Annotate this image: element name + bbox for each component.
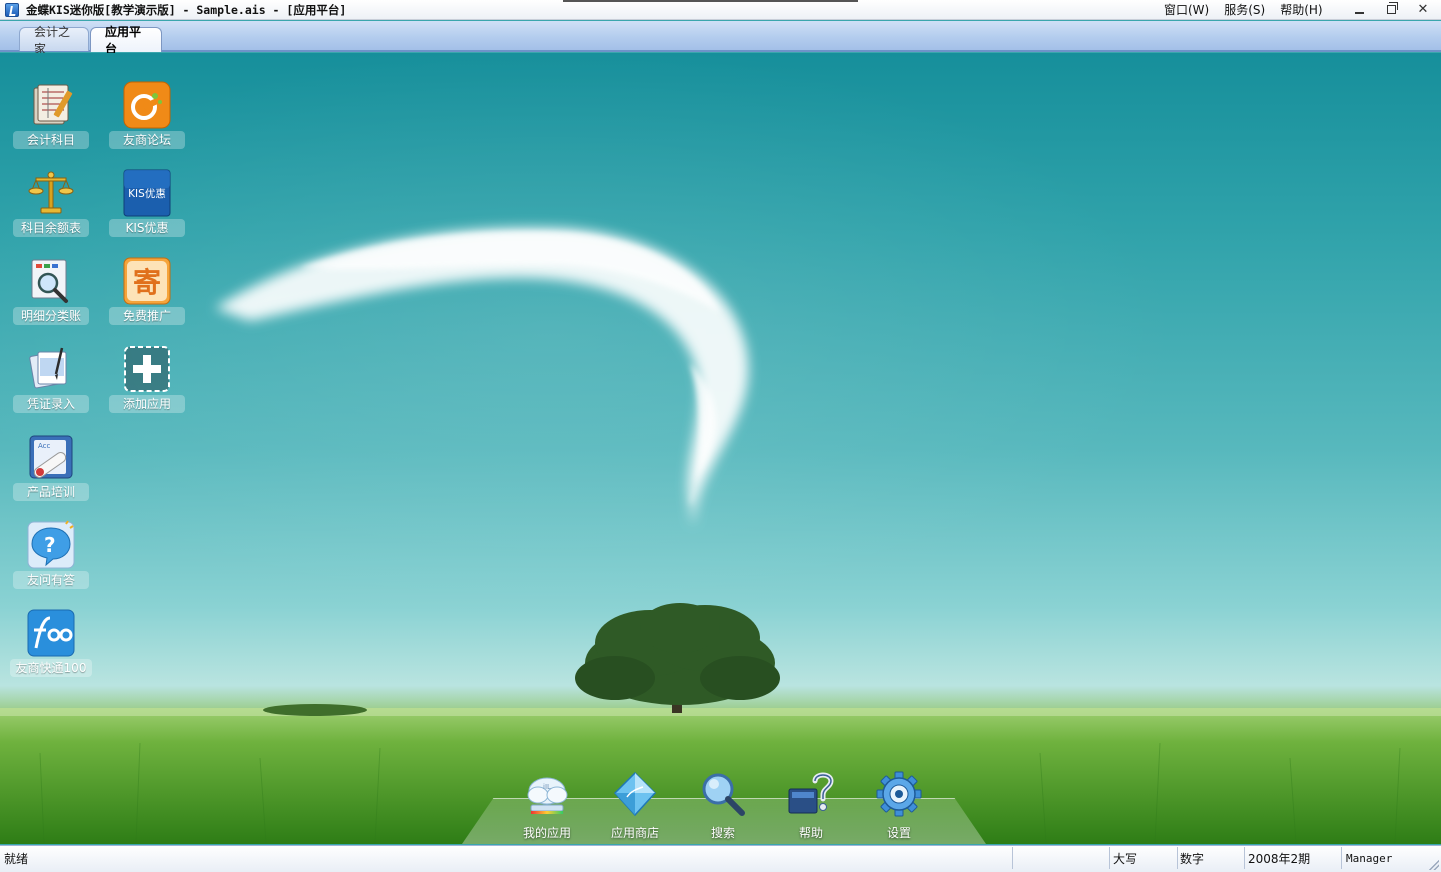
icon-label: 友问有答	[13, 571, 89, 589]
status-bar: 就绪 大写 数字 2008年2期 Manager	[0, 845, 1441, 872]
dock-search[interactable]: 搜索	[688, 769, 758, 841]
scales-icon	[28, 171, 74, 214]
desktop-icon-accounting-subjects[interactable]: 会计科目	[12, 80, 90, 162]
icon-label: 科目余额表	[13, 219, 89, 237]
desktop-icon-free-promo[interactable]: 寄 免费推广	[108, 256, 186, 338]
window-title: 金蝶KIS迷你版[教学演示版] - Sample.ais - [应用平台]	[26, 2, 347, 17]
dock-label: 我的应用	[522, 826, 571, 840]
desktop-icon-kis-promo[interactable]: KIS优惠 KIS优惠	[108, 168, 186, 250]
tab-accounting-home[interactable]: 会计之家	[19, 25, 89, 56]
app-platform-desktop: 会计科目 科目余额表 明细分类账 凭证录入 Acc 产品培训 ? 友问有答 友商…	[0, 53, 1441, 844]
minimize-icon	[1354, 11, 1364, 14]
desktop-icon-forum[interactable]: 友商论坛	[108, 80, 186, 162]
dock-help[interactable]: 帮助	[776, 769, 846, 841]
svg-text:寄: 寄	[133, 266, 161, 299]
icon-label: 添加应用	[109, 395, 185, 413]
desktop-icon-account-balance[interactable]: 科目余额表	[12, 168, 90, 250]
tab-strip: 会计之家 应用平台	[0, 21, 1441, 56]
svg-text:?: ?	[44, 533, 56, 557]
icon-label: KIS优惠	[109, 219, 185, 237]
dock-label: 帮助	[798, 826, 823, 840]
caps-lock-indicator: 大写	[1110, 847, 1178, 869]
icon-label: 友商快通100	[9, 659, 93, 677]
f100-logo-icon	[27, 609, 75, 657]
ledger-book-icon	[33, 84, 73, 125]
menu-bar: 窗口(W) 服务(S) 帮助(H)	[1164, 1, 1323, 18]
desktop-icon-add-app[interactable]: 添加应用	[108, 344, 186, 426]
desktop-icon-qa[interactable]: ? 友问有答	[12, 520, 90, 602]
desktop-icon-voucher-entry[interactable]: 凭证录入	[12, 344, 90, 426]
tab-app-platform[interactable]: 应用平台	[90, 25, 162, 56]
diamond-store-icon	[613, 771, 657, 817]
minimize-button[interactable]	[1345, 1, 1373, 18]
close-icon: ✕	[1417, 2, 1429, 17]
status-text: 就绪	[0, 847, 1013, 869]
question-bubble-icon: ?	[27, 520, 75, 569]
icon-label: 友商论坛	[109, 131, 185, 149]
dock-label: 应用商店	[610, 826, 659, 840]
restore-button[interactable]	[1377, 1, 1405, 18]
status-spacer	[1013, 847, 1110, 869]
search-icon	[702, 773, 745, 816]
help-book-icon	[788, 772, 834, 814]
svg-text:iIL: iIL	[543, 783, 551, 791]
diploma-icon: Acc	[29, 435, 73, 479]
accounting-period: 2008年2期	[1245, 847, 1342, 869]
restore-icon	[1386, 2, 1398, 14]
tree	[575, 603, 780, 713]
title-separator	[563, 0, 858, 2]
app-logo-icon[interactable]	[5, 2, 19, 17]
title-bar: 金蝶KIS迷你版[教学演示版] - Sample.ais - [应用平台] 窗口…	[0, 0, 1441, 20]
dock-settings[interactable]: 设置	[864, 769, 934, 841]
window-controls: ✕	[1345, 1, 1437, 18]
dock-label: 搜索	[710, 826, 735, 840]
dock-app-store[interactable]: 应用商店	[600, 769, 670, 841]
current-user: Manager	[1346, 851, 1393, 865]
sky-scenery	[0, 227, 1441, 844]
icon-label: 免费推广	[109, 307, 185, 325]
menu-service[interactable]: 服务(S)	[1224, 1, 1265, 18]
magnifier-report-icon	[31, 259, 68, 303]
svg-text:KIS优惠: KIS优惠	[128, 187, 166, 200]
forum-logo-icon	[123, 81, 171, 129]
menu-window[interactable]: 窗口(W)	[1164, 1, 1209, 18]
icon-label: 明细分类账	[13, 307, 89, 325]
close-button[interactable]: ✕	[1409, 1, 1437, 18]
icon-label: 产品培训	[13, 483, 89, 501]
desktop-icon-kuaitong100[interactable]: 友商快通100	[9, 608, 93, 690]
dock-label: 设置	[886, 826, 911, 840]
icon-label: 会计科目	[13, 131, 89, 149]
cloud-apps-icon: iIL	[527, 777, 568, 814]
num-lock-indicator: 数字	[1178, 847, 1245, 869]
promo-ji-icon: 寄	[123, 257, 171, 305]
gear-icon	[876, 771, 922, 817]
dock-my-apps[interactable]: iIL 我的应用	[512, 769, 582, 841]
add-app-icon	[124, 346, 170, 392]
menu-help[interactable]: 帮助(H)	[1280, 1, 1322, 18]
icon-label: 凭证录入	[13, 395, 89, 413]
svg-text:Acc: Acc	[38, 442, 51, 450]
desktop-icon-detail-ledger[interactable]: 明细分类账	[12, 256, 90, 338]
kis-promo-icon: KIS优惠	[123, 169, 171, 217]
desktop-icon-product-training[interactable]: Acc 产品培训	[12, 432, 90, 514]
resize-grip-icon[interactable]	[1429, 860, 1439, 870]
voucher-pen-icon	[29, 347, 67, 389]
